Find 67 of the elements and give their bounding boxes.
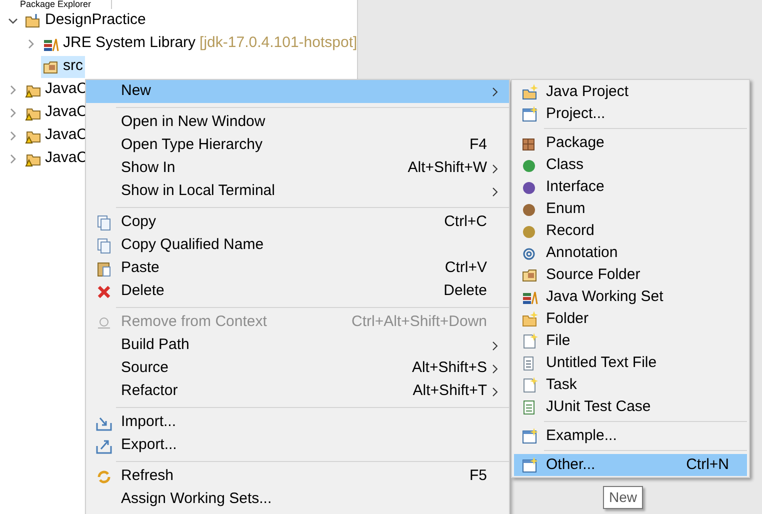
menu-item[interactable]: Source Alt+Shift+S	[86, 357, 509, 380]
menu-item[interactable]: Copy Ctrl+C	[86, 211, 509, 234]
menu-item[interactable]: Delete Delete	[86, 280, 509, 303]
menu-item[interactable]: Package	[514, 132, 747, 154]
expand-chevron-icon[interactable]	[8, 108, 18, 118]
menu-item[interactable]: Paste Ctrl+V	[86, 257, 509, 280]
expand-chevron-icon[interactable]	[8, 130, 18, 140]
project-folder-icon	[25, 12, 41, 28]
package-folder-icon	[43, 58, 59, 74]
new-window-icon	[522, 428, 538, 444]
tree-item-label: DesignPractice	[45, 10, 146, 30]
menu-item[interactable]: Task	[514, 374, 747, 396]
tree-item-decoration: [jdk-17.0.4.101-hotspot]	[200, 33, 358, 54]
tree-item-label: JRE System Library	[63, 33, 196, 54]
tree-item-label: JavaC	[45, 79, 88, 100]
menu-item[interactable]: JUnit Test Case	[514, 396, 747, 418]
tree-item-label: src	[63, 56, 83, 76]
menu-item[interactable]: Java Working Set	[514, 286, 747, 308]
menu-item[interactable]: Copy Qualified Name	[86, 234, 509, 257]
view-tab[interactable]: Package Explorer	[0, 0, 112, 9]
menu-item[interactable]: Source Folder	[514, 264, 747, 286]
new-window-icon	[522, 457, 538, 473]
expand-chevron-icon[interactable]	[8, 84, 18, 94]
menu-item[interactable]: Interface	[514, 176, 747, 198]
menu-item[interactable]: Annotation	[514, 242, 747, 264]
menu-item[interactable]: Java Project	[514, 81, 747, 103]
tree-item[interactable]: DesignPractice	[23, 10, 148, 32]
copy-icon	[96, 214, 112, 230]
delete-icon	[96, 284, 112, 300]
tooltip: New	[603, 486, 644, 509]
tree-item[interactable]: src	[41, 56, 85, 78]
menu-item[interactable]: Untitled Text File	[514, 352, 747, 374]
tree-item[interactable]: JRE System Library [jdk-17.0.4.101-hotspot]	[41, 32, 360, 54]
new-window-icon	[522, 106, 538, 122]
menu-item[interactable]: Enum	[514, 198, 747, 220]
new-java-project-icon	[522, 84, 538, 100]
tree-item-label: JavaC	[45, 125, 88, 146]
menu-item[interactable]: Assign Working Sets...	[86, 488, 509, 511]
menu-item[interactable]: Import...	[86, 411, 509, 434]
menu-item[interactable]: Refresh F5	[86, 465, 509, 488]
menu-item[interactable]: Example...	[514, 425, 747, 447]
menu-item[interactable]: Folder	[514, 308, 747, 330]
tree-item-label: JavaC	[45, 148, 88, 168]
tree-item-label: JavaC	[45, 102, 88, 122]
menu-item[interactable]: Show in Local Terminal	[86, 180, 509, 203]
menu-item[interactable]: Build Path	[86, 334, 509, 357]
menu-item[interactable]: File	[514, 330, 747, 352]
menu-item[interactable]: Project...	[514, 103, 747, 125]
menu-item[interactable]: New	[86, 80, 509, 103]
folder-icon	[522, 311, 538, 327]
menu-item[interactable]: Refactor Alt+Shift+T	[86, 380, 509, 403]
file-icon	[522, 333, 538, 349]
expand-chevron-icon[interactable]	[8, 154, 18, 164]
menu-item[interactable]: Other... Ctrl+N	[514, 454, 747, 476]
package-folder-icon	[522, 267, 538, 283]
menu-item[interactable]: Export...	[86, 434, 509, 457]
export-icon	[96, 438, 112, 454]
import-icon	[96, 414, 112, 430]
refresh-icon	[96, 468, 112, 484]
file-icon	[522, 377, 538, 393]
menu-item[interactable]: Class	[514, 154, 747, 176]
menu-item[interactable]: Record	[514, 220, 747, 242]
copy-icon	[96, 238, 112, 254]
expand-chevron-icon[interactable]	[26, 38, 36, 48]
library-icon	[522, 289, 538, 305]
collapse-chevron-icon[interactable]	[8, 16, 18, 26]
paste-icon	[96, 260, 112, 276]
